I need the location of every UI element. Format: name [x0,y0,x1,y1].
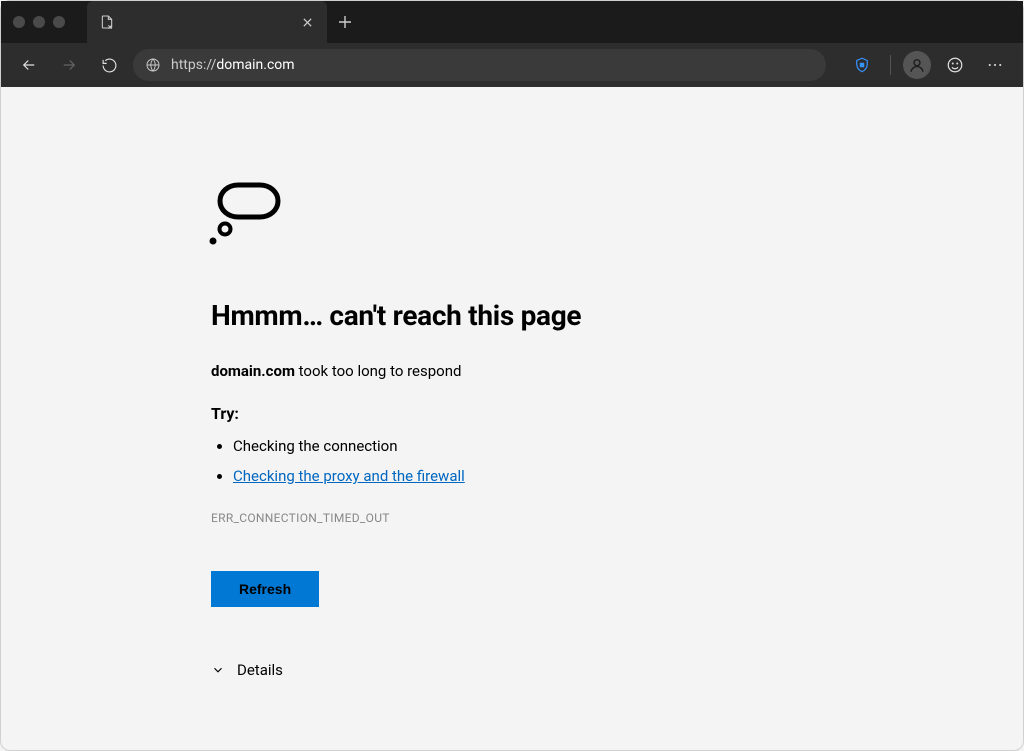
address-bar[interactable]: https://domain.com [133,49,826,81]
window-close-dot[interactable] [13,16,25,28]
back-button[interactable] [13,49,45,81]
browser-tab[interactable] [87,1,327,43]
address-text: https://domain.com [171,57,820,73]
titlebar [1,1,1023,43]
list-item: Checking the proxy and the firewall [233,467,1023,485]
forward-button[interactable] [53,49,85,81]
page-error-icon [99,14,115,30]
try-item-text: Checking the connection [233,437,398,455]
refresh-page-button[interactable]: Refresh [211,571,319,607]
window-controls [13,16,65,28]
try-label: Try: [211,404,1023,423]
url-scheme: https:// [171,57,216,73]
error-code: ERR_CONNECTION_TIMED_OUT [211,511,1023,525]
subhead-rest: took too long to respond [295,362,462,380]
profile-button[interactable] [903,51,931,79]
toolbar-divider [890,55,891,75]
toolbar-right [846,49,1011,81]
feedback-icon[interactable] [939,49,971,81]
details-toggle[interactable]: Details [211,661,1023,679]
error-page: Hmmm… can't reach this page domain.com t… [1,87,1023,679]
new-tab-button[interactable] [327,4,363,40]
list-item: Checking the connection [233,437,1023,455]
thought-bubble-icon [203,177,1023,259]
subhead-domain: domain.com [211,362,295,380]
refresh-button[interactable] [93,49,125,81]
more-menu-button[interactable] [979,49,1011,81]
try-list: Checking the connection Checking the pro… [211,437,1023,485]
chevron-down-icon [211,663,225,677]
globe-icon [145,57,161,73]
tracking-prevention-icon[interactable] [846,49,878,81]
url-domain: domain.com [216,57,294,73]
details-label: Details [237,661,283,679]
window-minimize-dot[interactable] [33,16,45,28]
proxy-firewall-link[interactable]: Checking the proxy and the firewall [233,467,465,485]
toolbar: https://domain.com [1,43,1023,87]
page-subhead: domain.com took too long to respond [211,362,1023,380]
page-title: Hmmm… can't reach this page [211,299,1023,332]
tab-close-button[interactable] [299,14,315,30]
window-maximize-dot[interactable] [53,16,65,28]
